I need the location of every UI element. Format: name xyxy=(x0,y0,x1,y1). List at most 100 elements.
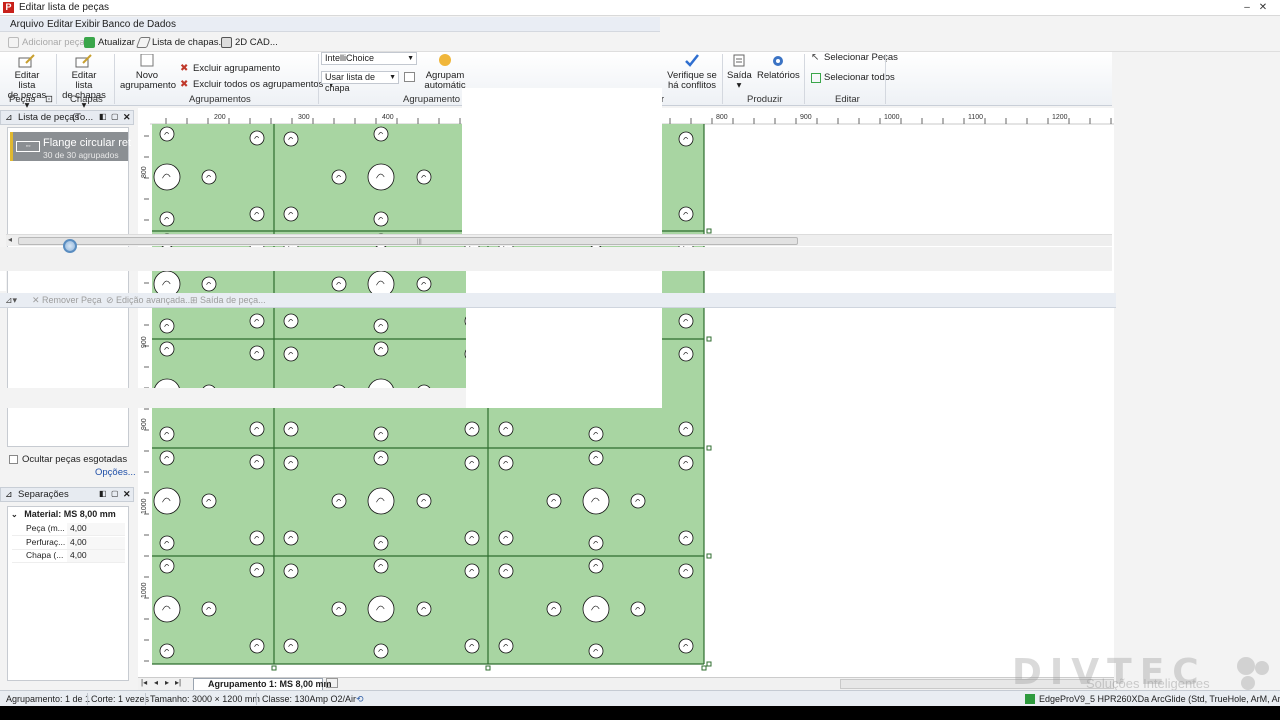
reports-button[interactable]: Relatórios xyxy=(757,54,800,81)
minimize-icon[interactable]: – xyxy=(1240,2,1254,14)
last-tab-icon[interactable]: ▸| xyxy=(175,678,181,687)
prev-tab-icon[interactable]: ◂ xyxy=(154,678,158,687)
cad-icon xyxy=(221,37,232,48)
part-hole xyxy=(367,163,395,191)
part-hole xyxy=(588,450,604,466)
property-row[interactable]: Perfuraç... 4,00 xyxy=(12,537,125,550)
part-hole xyxy=(416,493,432,509)
folder-icon[interactable] xyxy=(404,72,415,82)
close-window-icon[interactable]: ✕ xyxy=(1256,2,1270,14)
ruler-label: 1100 xyxy=(968,114,983,121)
grip-marker xyxy=(485,665,491,671)
new-grouping-button[interactable]: Novo agrupamento xyxy=(120,54,176,91)
property-value[interactable]: 4,00 xyxy=(67,523,125,535)
property-row[interactable]: Peça (m... 4,00 xyxy=(12,523,125,536)
part-hole xyxy=(416,169,432,185)
remove-part-button[interactable]: ✕ Remover Peça xyxy=(32,295,102,306)
divtec-watermark: DIVTEC Soluções Inteligentes xyxy=(1012,652,1274,694)
part-hole xyxy=(678,638,694,654)
edit-sheet-list-label-1: Editar lista xyxy=(71,70,97,91)
group-separator xyxy=(804,54,805,104)
part-hole xyxy=(373,558,389,574)
advanced-edit-button[interactable]: ⊘ Edição avançada... xyxy=(106,295,193,306)
strategy-combo[interactable]: IntelliChoice ▼ xyxy=(321,52,417,65)
hide-exhausted-label: Ocultar peças esgotadas xyxy=(22,454,128,465)
property-key: Peça (m... xyxy=(26,523,65,533)
part-hole xyxy=(678,206,694,222)
auto-grouping-button[interactable]: Agrupam automátic xyxy=(422,54,468,91)
pin-icon[interactable]: ◧ xyxy=(99,489,107,498)
close-panel-icon[interactable]: ✕ xyxy=(123,112,131,123)
status-separator xyxy=(145,693,146,705)
menu-banco-de-dados[interactable]: Banco de Dados xyxy=(102,19,176,30)
ruler-label: 400 xyxy=(382,114,394,121)
next-tab-icon[interactable]: ▸ xyxy=(165,678,169,687)
new-tab-icon[interactable] xyxy=(326,678,338,688)
part-hole xyxy=(283,131,299,147)
edit-menu-icon[interactable]: ⊿▾ xyxy=(5,295,17,306)
part-hole xyxy=(249,454,265,470)
collapse-icon[interactable]: ⌄ xyxy=(11,510,18,519)
hide-exhausted-checkbox[interactable]: Ocultar peças esgotadas xyxy=(9,454,127,465)
material-row[interactable]: ⌄ Material: MS 8,00 mm xyxy=(11,509,116,519)
ruler-label: 900 xyxy=(141,418,148,430)
pin-icon[interactable]: ◧ xyxy=(99,112,107,121)
checkbox-icon[interactable] xyxy=(9,455,18,464)
delete-all-x-icon: ✖ xyxy=(180,78,189,90)
busy-spinner-icon xyxy=(63,239,77,253)
part-hole xyxy=(588,558,604,574)
grouping-tab-label: Agrupamento 1: MS 8,00 mm xyxy=(208,679,332,689)
menu-editar[interactable]: Editar xyxy=(47,19,73,30)
horizontal-scrollbar[interactable]: ◂ ||| xyxy=(6,234,1112,246)
group-separator xyxy=(885,54,886,104)
separations-title: Separações xyxy=(18,489,69,500)
menu-exibir[interactable]: Exibir xyxy=(75,19,100,30)
select-all-button[interactable]: Selecionar todos xyxy=(811,72,895,83)
scrollbar-thumb[interactable]: ||| xyxy=(18,237,798,245)
part-hole xyxy=(498,638,514,654)
options-link[interactable]: Opções... xyxy=(95,467,136,478)
ruler-label: 1000 xyxy=(884,114,900,121)
cursor-icon: ↖ xyxy=(811,51,820,63)
sheet-list-button[interactable]: Lista de chapas... xyxy=(135,37,226,48)
property-row[interactable]: Chapa (... 4,00 xyxy=(12,550,125,563)
part-hole xyxy=(331,493,347,509)
check-conflicts-button[interactable]: Verifique se há conflitos xyxy=(666,54,718,91)
status-grouping: Agrupamento: 1 de 1 xyxy=(6,694,91,704)
group-separator xyxy=(114,54,115,104)
group-separator xyxy=(56,54,57,104)
dialog-launcher-icon[interactable]: ⊡ xyxy=(45,94,53,105)
output-button[interactable]: Saída ▾ xyxy=(727,54,752,91)
part-hole xyxy=(283,346,299,362)
render-artifact-panel xyxy=(462,88,662,236)
property-value[interactable]: 4,00 xyxy=(67,537,125,549)
close-panel-icon[interactable]: ✕ xyxy=(123,489,131,500)
part-hole xyxy=(159,211,175,227)
ruler-label: 800 xyxy=(716,114,728,121)
status-tool-icon[interactable]: ⟲ xyxy=(356,694,364,705)
group-label-produce: Produzir xyxy=(747,94,783,105)
part-output-button[interactable]: ⊞ Saída de peça... xyxy=(190,295,266,306)
sheet-list-combo[interactable]: Usar lista de chapa ▼ xyxy=(321,71,399,93)
refresh-button[interactable]: Atualizar xyxy=(84,37,135,48)
scroll-left-icon[interactable]: ◂ xyxy=(8,235,12,244)
ruler-label: 800 xyxy=(141,166,148,178)
select-parts-label: Selecionar Peças xyxy=(824,52,898,63)
part-hole xyxy=(283,638,299,654)
cad-button[interactable]: 2D CAD... xyxy=(221,37,278,48)
part-list-item[interactable]: ◦◦ Flange circular ret 30 de 30 agrupado… xyxy=(10,132,131,161)
property-value[interactable]: 4,00 xyxy=(67,550,125,562)
part-hole xyxy=(283,563,299,579)
float-icon[interactable]: ▢ xyxy=(111,489,119,498)
menu-arquivo[interactable]: Arquivo xyxy=(10,19,44,30)
part-hole xyxy=(153,487,181,515)
delete-grouping-button[interactable]: ✖ Excluir agrupamento xyxy=(180,63,280,74)
add-part-button[interactable]: Adicionar peça xyxy=(8,37,85,48)
part-hole xyxy=(678,455,694,471)
float-icon[interactable]: ▢ xyxy=(111,112,119,121)
part-hole xyxy=(249,562,265,578)
first-tab-icon[interactable]: |◂ xyxy=(141,678,147,687)
delete-all-groupings-button[interactable]: ✖ Excluir todos os agrupamentos ▾ xyxy=(180,79,333,90)
group-separator xyxy=(318,54,319,104)
property-key: Perfuraç... xyxy=(26,537,66,547)
